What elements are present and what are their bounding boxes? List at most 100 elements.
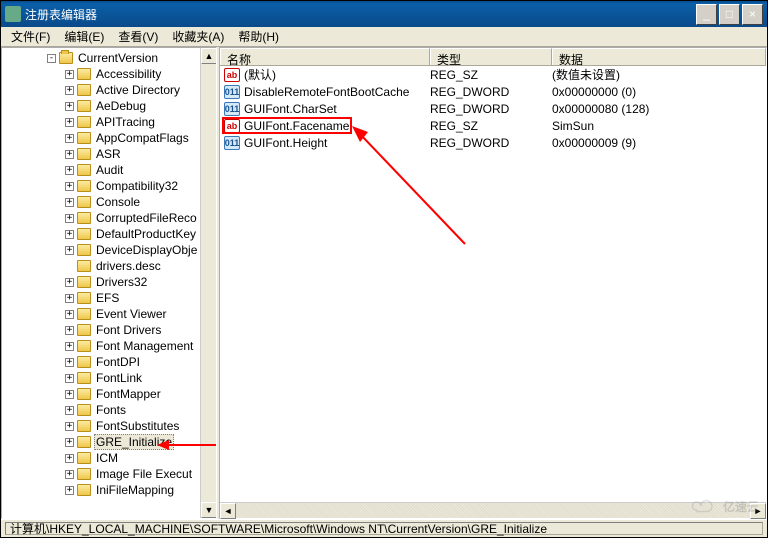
- folder-icon: [77, 276, 91, 288]
- col-header-data[interactable]: 数据: [552, 48, 766, 65]
- tree-root-node[interactable]: -CurrentVersion: [4, 50, 216, 66]
- menu-help[interactable]: 帮助(H): [232, 26, 285, 47]
- tree-scrollbar[interactable]: ▲ ▼: [200, 48, 216, 518]
- tree-node[interactable]: + FontDPI: [4, 354, 216, 370]
- expand-icon[interactable]: +: [65, 422, 74, 431]
- tree-node[interactable]: +Compatibility32: [4, 178, 216, 194]
- list-row[interactable]: 011DisableRemoteFontBootCacheREG_DWORD0x…: [220, 83, 766, 100]
- close-button[interactable]: ×: [742, 4, 763, 25]
- expand-icon[interactable]: +: [65, 358, 74, 367]
- list-row[interactable]: ab(默认)REG_SZ(数值未设置): [220, 66, 766, 83]
- folder-icon: [77, 164, 91, 176]
- scroll-up-button[interactable]: ▲: [201, 48, 217, 64]
- list-body[interactable]: ab(默认)REG_SZ(数值未设置)011DisableRemoteFontB…: [220, 66, 766, 502]
- tree-label: Image File Execut: [94, 467, 194, 481]
- tree-node[interactable]: +Font Drivers: [4, 322, 216, 338]
- tree-node[interactable]: +Fonts: [4, 402, 216, 418]
- tree-node[interactable]: +APITracing: [4, 114, 216, 130]
- tree-node[interactable]: + DefaultProductKey: [4, 226, 216, 242]
- expand-icon[interactable]: +: [65, 134, 74, 143]
- tree-node[interactable]: +CorruptedFileReco: [4, 210, 216, 226]
- expand-icon[interactable]: +: [65, 230, 74, 239]
- menu-favorites[interactable]: 收藏夹(A): [166, 26, 230, 47]
- expand-icon[interactable]: +: [65, 278, 74, 287]
- expand-icon[interactable]: +: [65, 326, 74, 335]
- expand-icon[interactable]: +: [65, 294, 74, 303]
- tree-node[interactable]: +AeDebug: [4, 98, 216, 114]
- value-list-pane: 名称 类型 数据 ab(默认)REG_SZ(数值未设置)011DisableRe…: [219, 47, 767, 519]
- list-row[interactable]: 011GUIFont.HeightREG_DWORD0x00000009 (9): [220, 134, 766, 151]
- tree-node[interactable]: +FontMapper: [4, 386, 216, 402]
- tree-node[interactable]: +Font Management: [4, 338, 216, 354]
- tree-label: Accessibility: [94, 67, 163, 81]
- tree-node[interactable]: +Audit: [4, 162, 216, 178]
- expand-icon[interactable]: +: [65, 214, 74, 223]
- tree-label: DefaultProductKey: [94, 227, 198, 241]
- expand-icon[interactable]: +: [65, 166, 74, 175]
- expand-icon[interactable]: +: [65, 118, 74, 127]
- tree-node[interactable]: drivers.desc: [4, 258, 216, 274]
- tree-node[interactable]: +Console: [4, 194, 216, 210]
- string-value-icon: ab: [224, 68, 240, 82]
- tree-label: FontDPI: [94, 355, 142, 369]
- tree-node[interactable]: +GRE_Initialize: [4, 434, 216, 450]
- tree-node[interactable]: + Accessibility: [4, 66, 216, 82]
- expand-icon[interactable]: +: [65, 454, 74, 463]
- key-tree[interactable]: -CurrentVersion + Accessibility + Active Dir…: [2, 48, 216, 500]
- folder-icon: [77, 468, 91, 480]
- value-type: REG_SZ: [430, 68, 552, 82]
- list-scrollbar-horizontal[interactable]: ◄ ►: [220, 502, 766, 518]
- scroll-left-button[interactable]: ◄: [220, 503, 236, 519]
- tree-node[interactable]: + AppCompatFlags: [4, 130, 216, 146]
- titlebar[interactable]: 注册表编辑器 _ □ ×: [1, 1, 767, 27]
- expand-icon[interactable]: +: [65, 406, 74, 415]
- tree-node[interactable]: +ASR: [4, 146, 216, 162]
- minimize-button[interactable]: _: [696, 4, 717, 25]
- expand-icon[interactable]: +: [65, 390, 74, 399]
- expand-icon[interactable]: +: [65, 198, 74, 207]
- expand-icon[interactable]: +: [65, 342, 74, 351]
- expand-icon[interactable]: +: [65, 470, 74, 479]
- scroll-down-button[interactable]: ▼: [201, 502, 217, 518]
- expand-icon[interactable]: +: [65, 246, 74, 255]
- expand-icon[interactable]: +: [65, 310, 74, 319]
- tree-node[interactable]: +Drivers32: [4, 274, 216, 290]
- expand-icon[interactable]: +: [65, 438, 74, 447]
- menu-edit[interactable]: 编辑(E): [58, 26, 110, 47]
- maximize-button[interactable]: □: [719, 4, 740, 25]
- expand-icon[interactable]: +: [65, 86, 74, 95]
- folder-icon: [77, 292, 91, 304]
- tree-node[interactable]: +FontLink: [4, 370, 216, 386]
- tree-node[interactable]: + Image File Execut: [4, 466, 216, 482]
- collapse-icon[interactable]: -: [47, 54, 56, 63]
- tree-label: EFS: [94, 291, 121, 305]
- col-header-name[interactable]: 名称: [220, 48, 430, 65]
- scroll-track[interactable]: [236, 503, 750, 518]
- expand-icon[interactable]: +: [65, 70, 74, 79]
- expand-icon[interactable]: +: [65, 102, 74, 111]
- list-row[interactable]: 011GUIFont.CharSetREG_DWORD0x00000080 (1…: [220, 100, 766, 117]
- expand-icon[interactable]: +: [65, 374, 74, 383]
- watermark-text: 亿速云: [723, 498, 759, 515]
- tree-node[interactable]: +Event Viewer: [4, 306, 216, 322]
- tree-node[interactable]: +FontSubstitutes: [4, 418, 216, 434]
- tree-label: AppCompatFlags: [94, 131, 191, 145]
- folder-icon: [77, 404, 91, 416]
- folder-icon: [77, 340, 91, 352]
- tree-node[interactable]: +IniFileMapping: [4, 482, 216, 498]
- col-header-type[interactable]: 类型: [430, 48, 552, 65]
- tree-node[interactable]: +ICM: [4, 450, 216, 466]
- tree-node[interactable]: +DeviceDisplayObje: [4, 242, 216, 258]
- folder-icon: [77, 212, 91, 224]
- expand-icon[interactable]: +: [65, 182, 74, 191]
- menu-file[interactable]: 文件(F): [5, 26, 56, 47]
- expand-icon[interactable]: +: [65, 486, 74, 495]
- value-type: REG_SZ: [430, 119, 552, 133]
- expand-icon[interactable]: +: [65, 150, 74, 159]
- tree-node[interactable]: + Active Directory: [4, 82, 216, 98]
- folder-icon: [77, 324, 91, 336]
- tree-label: Active Directory: [94, 83, 182, 97]
- list-row[interactable]: abGUIFont.FacenameREG_SZSimSun: [220, 117, 766, 134]
- tree-node[interactable]: + EFS: [4, 290, 216, 306]
- menu-view[interactable]: 查看(V): [112, 26, 164, 47]
